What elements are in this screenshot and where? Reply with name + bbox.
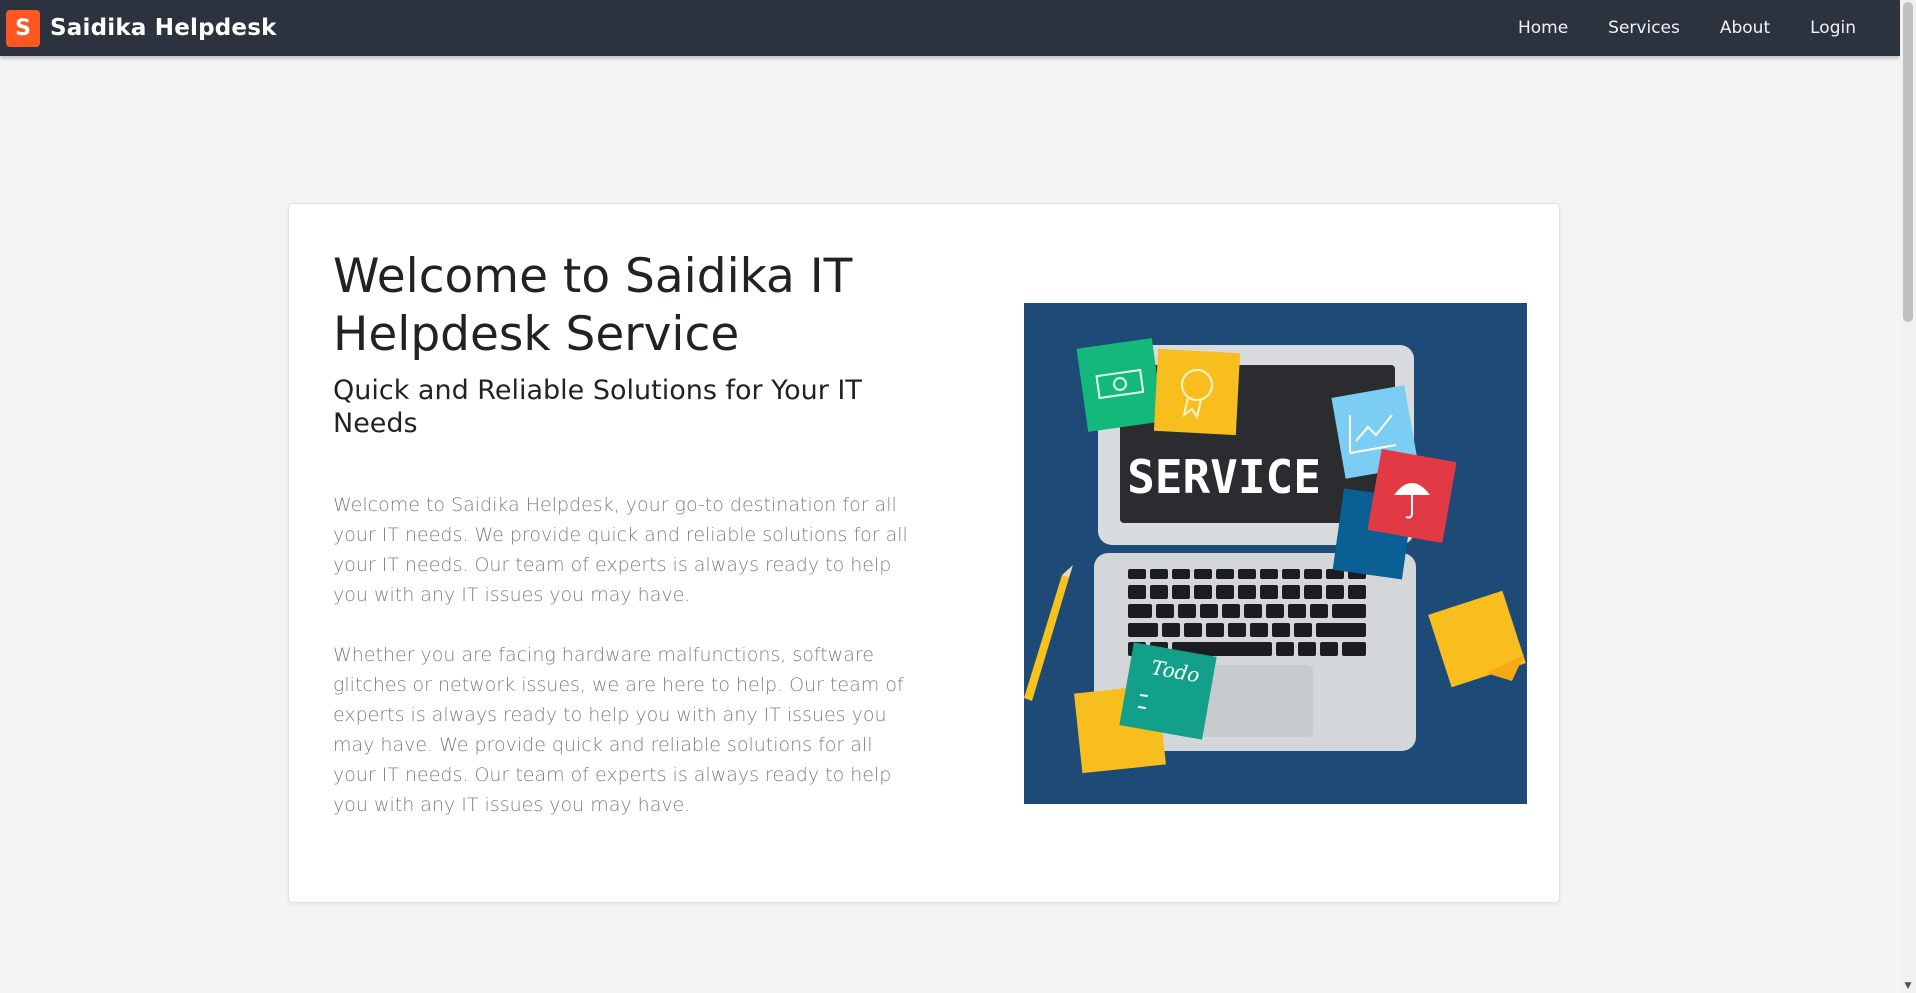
hero-paragraph-1: Welcome to Saidika Helpdesk, your go-to …: [333, 494, 908, 606]
todo-note-icon: Todo: [1119, 642, 1217, 740]
nav-login-link[interactable]: Login: [1810, 18, 1856, 38]
hero-subtitle: Quick and Reliable Solutions for Your IT…: [333, 375, 862, 439]
brand-name: Saidika Helpdesk: [50, 15, 277, 41]
page-scrollbar[interactable]: ▼: [1900, 0, 1916, 993]
hero-title: Welcome to Saidika IT Helpdesk Service: [333, 249, 853, 362]
award-note-icon: [1153, 348, 1241, 436]
top-navbar: S Saidika Helpdesk Home Services About L…: [0, 0, 1900, 56]
brand-link[interactable]: S Saidika Helpdesk: [6, 9, 277, 47]
hero-paragraph-2: Whether you are facing hardware malfunct…: [333, 644, 904, 816]
nav-about-link[interactable]: About: [1720, 18, 1770, 38]
nav-home-link[interactable]: Home: [1518, 18, 1568, 38]
nav-services-link[interactable]: Services: [1608, 18, 1680, 38]
umbrella-note-icon: [1367, 449, 1457, 543]
scrollbar-thumb[interactable]: [1903, 2, 1913, 322]
money-note-icon: [1076, 338, 1164, 432]
scroll-down-arrow-icon[interactable]: ▼: [1900, 979, 1916, 993]
nav-links: Home Services About Login: [1478, 0, 1856, 56]
hero-card: Welcome to Saidika IT Helpdesk Service Q…: [288, 203, 1560, 903]
hero-illustration: SERVICE Todo: [1024, 303, 1527, 804]
brand-logo: S: [6, 9, 40, 47]
screen-service-text: SERVICE: [1127, 450, 1321, 504]
